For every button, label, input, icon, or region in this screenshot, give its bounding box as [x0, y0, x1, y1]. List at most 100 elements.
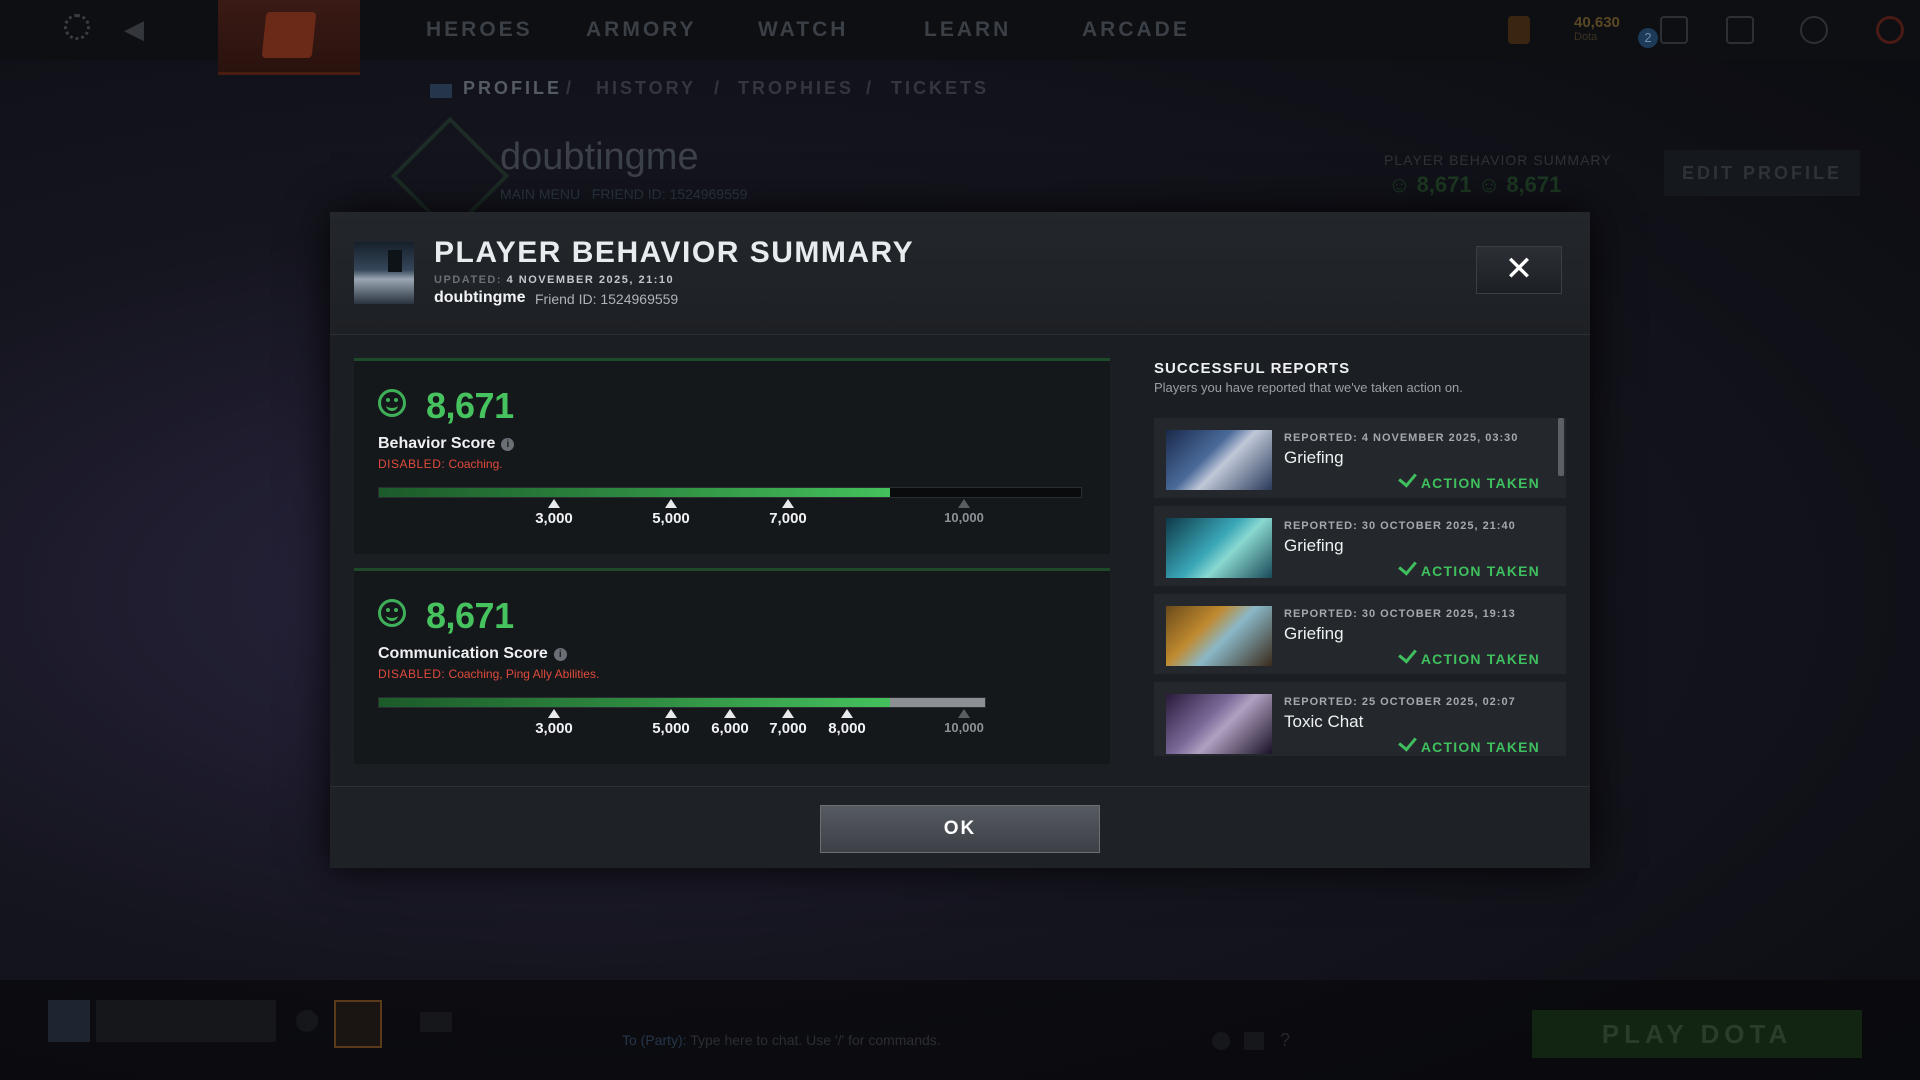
communication-score-text: Communication Score — [378, 645, 548, 662]
dota-logo-button[interactable] — [218, 0, 360, 75]
action-label: ACTION TAKEN — [1420, 651, 1540, 667]
communication-score-remainder — [890, 698, 985, 707]
report-reason: Toxic Chat — [1284, 712, 1364, 731]
checkmark-icon — [1398, 644, 1417, 664]
jakiro-portrait-icon — [1166, 518, 1272, 578]
behavior-score-fill — [379, 488, 890, 497]
notification-badge[interactable]: 2 — [1638, 28, 1658, 48]
shield-icon[interactable] — [1726, 16, 1754, 44]
pbs-label-bg: PLAYER BEHAVIOR SUMMARY — [1384, 152, 1612, 168]
party-slots[interactable] — [96, 1000, 276, 1042]
player-name: doubtingme — [434, 289, 526, 306]
user-avatar[interactable] — [48, 1000, 90, 1042]
report-reason: Griefing — [1284, 536, 1344, 555]
close-icon: ✕ — [1504, 250, 1534, 288]
profile-sub-bg: MAIN MENU FRIEND ID: 1524969559 — [500, 186, 747, 202]
reports-subtitle: Players you have reported that we've tak… — [1154, 380, 1463, 395]
action-taken-status: ACTION TAKEN — [1398, 732, 1540, 755]
tick-3000: 3,000 — [524, 499, 584, 527]
nav-arcade[interactable]: ARCADE — [1082, 18, 1190, 42]
info-icon[interactable]: i — [501, 438, 515, 451]
hero-select-icon[interactable] — [334, 1000, 382, 1048]
play-dota-button[interactable]: PLAY DOTA — [1532, 1010, 1862, 1058]
edit-profile-button[interactable]: EDIT PROFILE — [1664, 150, 1860, 196]
report-reason: Griefing — [1284, 624, 1344, 643]
communication-score-label: Communication Score i — [378, 645, 567, 663]
tick-10000: 10,000 — [934, 709, 994, 735]
subnav-tickets[interactable]: TICKETS — [891, 78, 989, 99]
settings-gear-icon[interactable] — [64, 14, 90, 40]
friends-icon[interactable] — [1660, 16, 1688, 44]
smiley-face-icon — [378, 599, 406, 627]
reports-title: SUCCESSFUL REPORTS — [1154, 360, 1351, 377]
bane-portrait-icon — [1166, 694, 1272, 754]
action-taken-status: ACTION TAKEN — [1398, 556, 1540, 579]
action-label: ACTION TAKEN — [1420, 475, 1540, 491]
disabled-label: DISABLED: — [378, 457, 446, 471]
communication-score-card: 8,671 Communication Score i DISABLED: Coa… — [354, 568, 1110, 764]
ok-button[interactable]: OK — [820, 805, 1100, 853]
disabled-value: Coaching, Ping Ally Abilities. — [448, 667, 600, 681]
close-button[interactable]: ✕ — [1476, 246, 1562, 294]
emoticon-icon[interactable] — [1212, 1032, 1230, 1050]
plus-icon[interactable] — [1800, 16, 1828, 44]
nav-heroes[interactable]: HEROES — [426, 18, 533, 42]
action-label: ACTION TAKEN — [1420, 563, 1540, 579]
friend-id: Friend ID: 1524969559 — [535, 291, 679, 307]
player-behavior-summary-dialog: PLAYER BEHAVIOR SUMMARY UPDATED: 4 NOVEM… — [330, 212, 1590, 868]
report-reason: Griefing — [1284, 448, 1344, 467]
action-taken-status: ACTION TAKEN — [1398, 644, 1540, 667]
updated-timestamp: UPDATED: 4 NOVEMBER 2025, 21:10 — [434, 274, 674, 286]
currency-value: 40,630 — [1574, 14, 1620, 31]
profile-name-bg: doubtingme — [500, 136, 699, 178]
report-item[interactable]: REPORTED: 4 NOVEMBER 2025, 03:30 Griefin… — [1154, 418, 1566, 498]
chat-input[interactable]: To (Party): Type here to chat. Use '/' f… — [622, 1032, 941, 1048]
subnav-separator: / — [566, 78, 575, 98]
party-icon[interactable] — [420, 1012, 452, 1032]
tick-5000: 5,000 — [641, 709, 701, 737]
currency-display[interactable]: 40,630 Dota — [1574, 14, 1620, 43]
dialog-title: PLAYER BEHAVIOR SUMMARY — [434, 236, 915, 269]
communication-score-fill — [379, 698, 890, 707]
communication-score-bar — [378, 697, 986, 708]
subnav-trophies[interactable]: TROPHIES — [738, 78, 854, 99]
behavior-score-text: Behavior Score — [378, 435, 496, 452]
report-item[interactable]: REPORTED: 25 OCTOBER 2025, 02:07 Toxic C… — [1154, 682, 1566, 756]
tick-8000: 8,000 — [817, 709, 877, 737]
microphone-icon[interactable] — [296, 1010, 318, 1032]
subnav-separator: / — [714, 78, 723, 98]
nav-learn[interactable]: LEARN — [924, 18, 1011, 42]
subnav-profile[interactable]: PROFILE — [463, 78, 562, 99]
updated-label: UPDATED: — [434, 274, 503, 286]
communication-score-value: 8,671 — [426, 595, 514, 636]
help-icon[interactable]: ? — [1280, 1030, 1294, 1050]
behavior-score-value: 8,671 — [426, 385, 514, 426]
chat-prefix: To (Party): — [622, 1032, 687, 1048]
tick-3000: 3,000 — [524, 709, 584, 737]
report-item[interactable]: REPORTED: 30 OCTOBER 2025, 19:13 Griefin… — [1154, 594, 1566, 674]
flag-icon — [430, 84, 452, 98]
updated-value: 4 NOVEMBER 2025, 21:10 — [506, 274, 675, 286]
screenshot-icon[interactable] — [1244, 1032, 1264, 1050]
reports-scrollbar[interactable] — [1558, 418, 1564, 476]
back-arrow-icon[interactable]: ◀ — [124, 14, 144, 45]
smiley-face-icon — [378, 389, 406, 417]
subnav-history[interactable]: HISTORY — [596, 78, 696, 99]
top-bar: ◀ HEROES ARMORY WATCH LEARN ARCADE 40,63… — [0, 0, 1920, 75]
dialog-header: PLAYER BEHAVIOR SUMMARY UPDATED: 4 NOVEM… — [330, 212, 1590, 335]
dialog-footer: OK — [330, 786, 1590, 868]
info-icon[interactable]: i — [553, 648, 567, 661]
nav-armory[interactable]: ARMORY — [586, 18, 697, 42]
behavior-score-card: 8,671 Behavior Score i DISABLED: Coaching… — [354, 358, 1110, 554]
nav-watch[interactable]: WATCH — [758, 18, 848, 42]
subnav-separator: / — [866, 78, 875, 98]
pbs-values-bg: ☺ 8,671 ☺ 8,671 — [1388, 172, 1562, 197]
report-item[interactable]: REPORTED: 30 OCTOBER 2025, 21:40 Griefin… — [1154, 506, 1566, 586]
behavior-disabled-features: DISABLED: Coaching. — [378, 457, 503, 471]
tusk-portrait-icon — [1166, 606, 1272, 666]
checkmark-icon — [1398, 732, 1417, 752]
drow-ranger-portrait-icon — [1166, 430, 1272, 490]
checkmark-icon — [1398, 556, 1417, 576]
power-icon[interactable] — [1876, 16, 1904, 44]
disabled-label: DISABLED: — [378, 667, 446, 681]
